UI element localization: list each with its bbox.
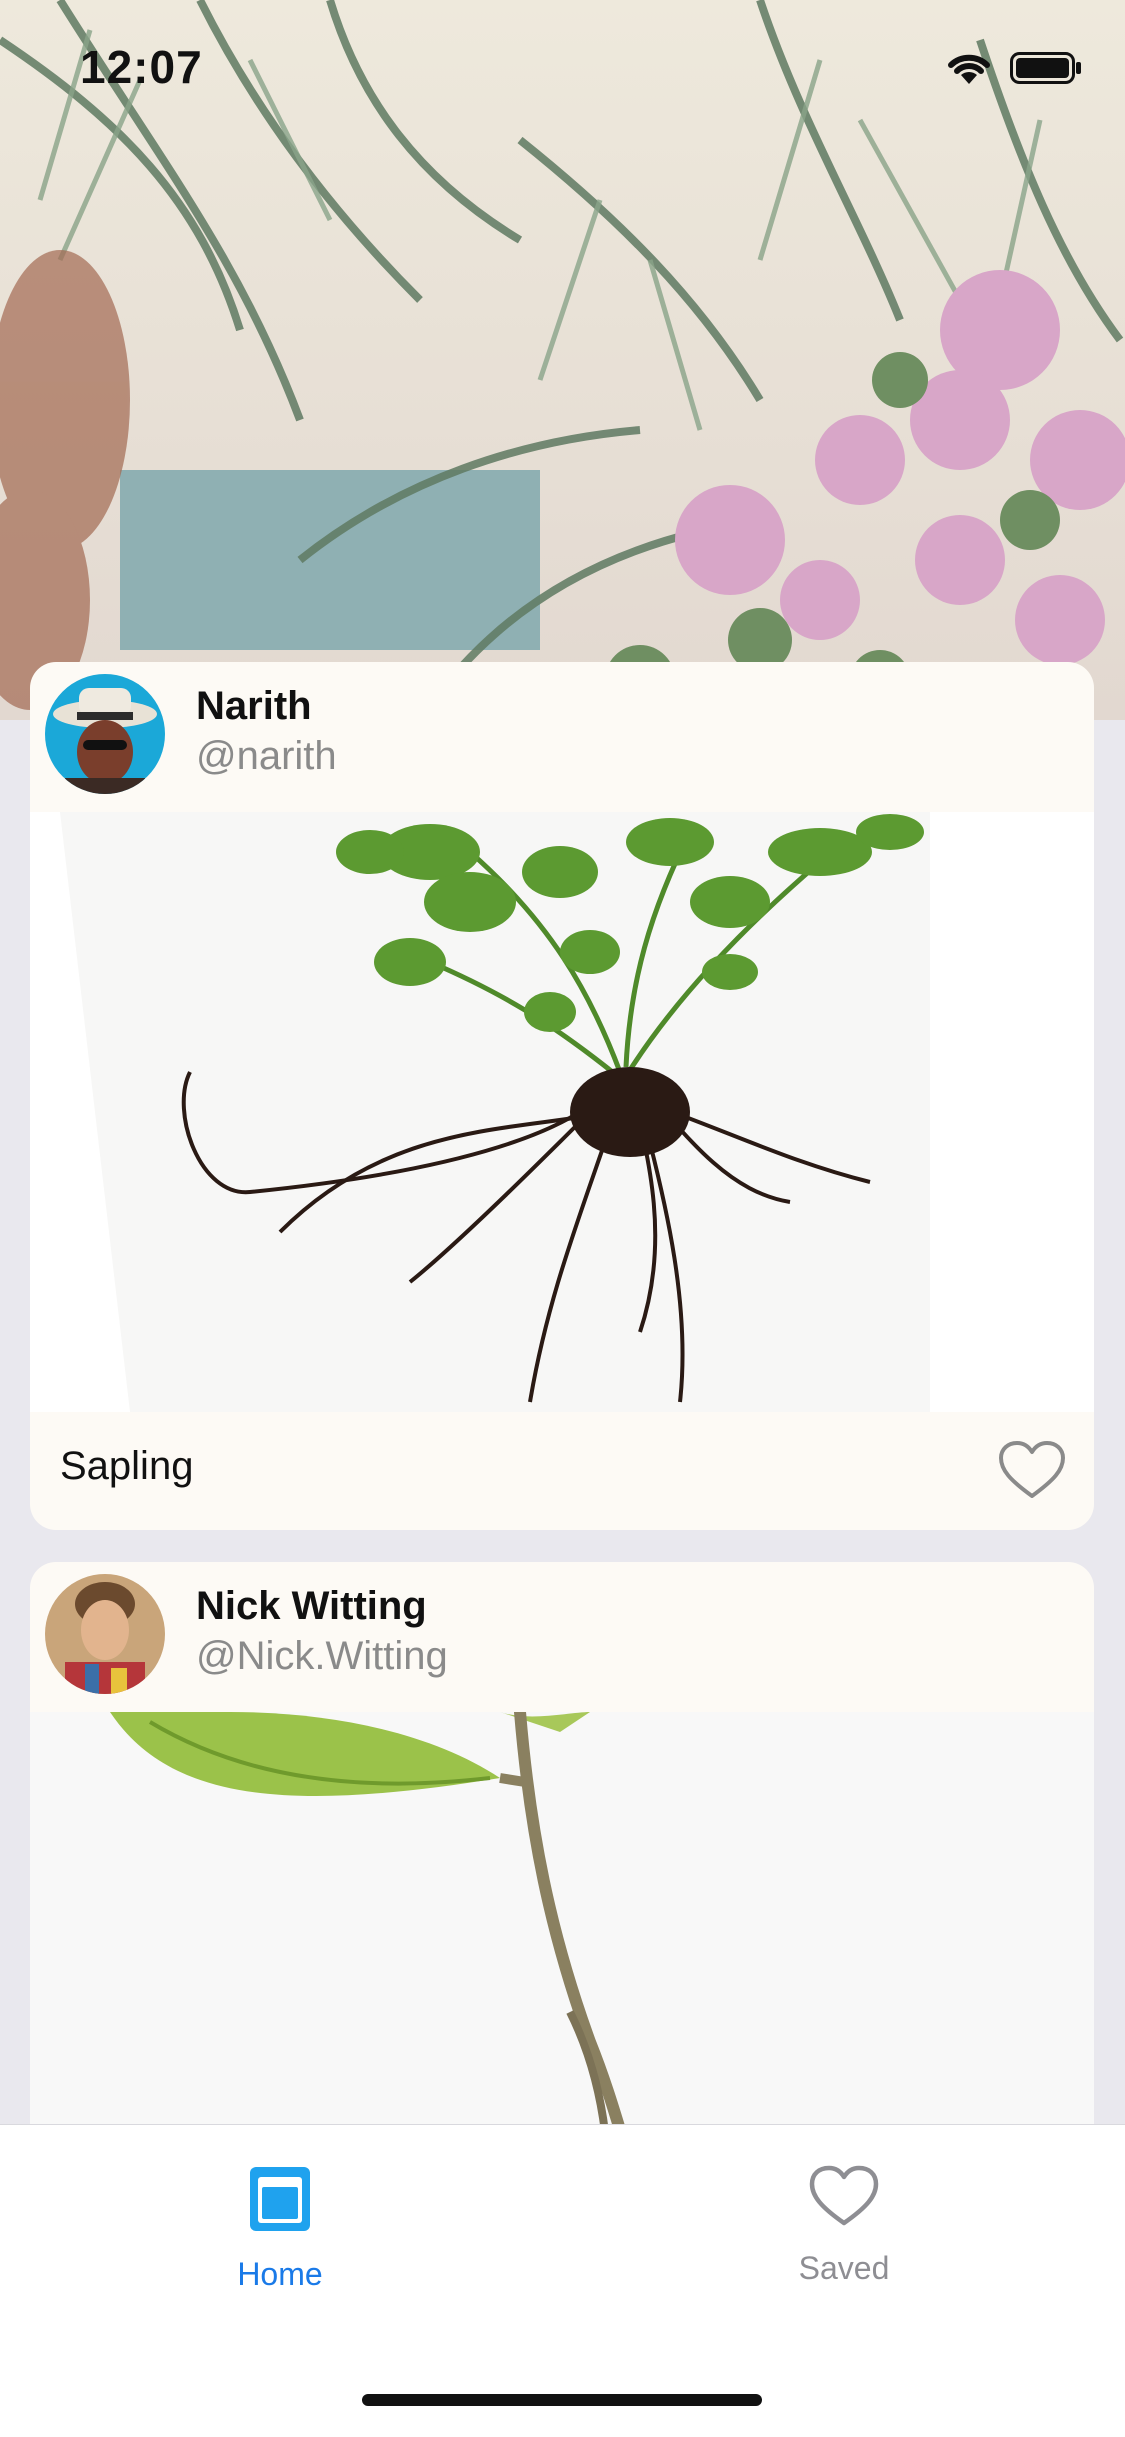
- post-header[interactable]: Narith @narith: [30, 662, 1094, 812]
- post-card[interactable]: Nick Witting @Nick.Witting: [30, 1562, 1094, 2162]
- post-footer: Sapling: [30, 1412, 1094, 1530]
- author-name: Nick Witting: [196, 1584, 427, 1628]
- post-image[interactable]: [30, 1712, 1094, 2162]
- tab-saved[interactable]: Saved: [724, 2165, 964, 2287]
- tab-home-label: Home: [237, 2256, 323, 2292]
- tab-home[interactable]: Home: [160, 2165, 400, 2293]
- status-bar: 12:07: [0, 0, 1125, 140]
- author-name: Narith: [196, 684, 312, 728]
- tab-saved-label: Saved: [798, 2250, 890, 2286]
- post-caption: Sapling: [60, 1444, 194, 1488]
- post-header[interactable]: Nick Witting @Nick.Witting: [30, 1562, 1094, 1712]
- wifi-icon: [948, 54, 990, 84]
- status-time: 12:07: [80, 41, 203, 93]
- author-handle: @narith: [196, 734, 337, 778]
- avatar[interactable]: [45, 1574, 165, 1694]
- battery-icon: [1010, 52, 1081, 84]
- author-handle: @Nick.Witting: [196, 1634, 448, 1678]
- post-card[interactable]: Narith @narith Sapling: [30, 662, 1094, 1530]
- heart-outline-icon[interactable]: [998, 1440, 1066, 1500]
- tab-bar: Home Saved: [0, 2124, 1125, 2437]
- heart-outline-icon: [809, 2165, 879, 2226]
- avatar[interactable]: [45, 674, 165, 794]
- home-indicator: [362, 2394, 762, 2406]
- home-tab-icon: [250, 2167, 310, 2231]
- post-image[interactable]: [30, 812, 1094, 1412]
